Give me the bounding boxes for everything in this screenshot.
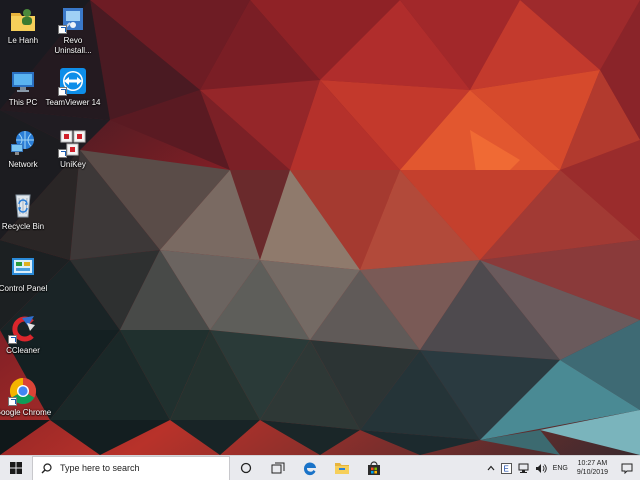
edge-icon <box>303 462 316 476</box>
file-explorer-icon <box>335 463 349 474</box>
input-language-button[interactable]: ENG <box>550 456 571 480</box>
clock-time: 10:27 AM <box>577 460 608 467</box>
taskbar-file-explorer-button[interactable] <box>326 456 358 480</box>
desktop-icon-unikey[interactable]: UniKey <box>44 128 102 170</box>
desktop-icon-label: CCleaner <box>6 346 40 355</box>
desktop-icon-recycle-bin[interactable]: Recycle Bin <box>0 190 52 232</box>
desktop-icon-google-chrome[interactable]: Google Chrome <box>0 376 52 418</box>
system-tray: E ENG 10:27 AM 9/10/2019 <box>484 456 640 480</box>
network-tray-icon <box>518 463 529 473</box>
recycle-bin-icon <box>8 190 38 220</box>
shortcut-arrow-icon <box>8 397 17 406</box>
taskbar-search-box[interactable] <box>32 455 230 480</box>
task-view-button[interactable] <box>262 456 294 480</box>
unikey-icon <box>58 128 88 158</box>
chevron-up-icon <box>487 465 495 471</box>
ccleaner-icon <box>8 314 38 344</box>
network-tray-button[interactable] <box>515 456 532 480</box>
teamviewer-icon <box>58 66 88 96</box>
cortana-button[interactable] <box>230 456 262 480</box>
shortcut-arrow-icon <box>58 87 67 96</box>
user-folder-icon <box>8 4 38 34</box>
store-icon <box>368 461 380 475</box>
desktop-icon-label: Recycle Bin <box>1 222 45 231</box>
search-icon <box>41 462 52 473</box>
taskbar: E ENG 10:27 AM 9/10/2019 <box>0 455 640 480</box>
shortcut-arrow-icon <box>8 335 17 344</box>
desktop-icon-label: Revo Uninstall... <box>54 36 92 55</box>
svg-text:E: E <box>503 464 508 473</box>
action-center-button[interactable] <box>614 456 640 480</box>
desktop-icon-teamviewer[interactable]: TeamViewer 14 <box>44 66 102 108</box>
desktop-icon-label: Google Chrome <box>0 408 52 417</box>
shortcut-arrow-icon <box>58 149 67 158</box>
taskbar-edge-button[interactable] <box>294 456 326 480</box>
cortana-circle-icon <box>240 462 252 474</box>
windows-logo-icon <box>10 462 22 474</box>
desktop-icon-label: TeamViewer 14 <box>45 98 101 107</box>
desktop-icon-revo-uninstaller[interactable]: Revo Uninstall... <box>44 4 102 56</box>
desktop-icon-label: Le Hanh <box>7 36 39 45</box>
desktop-icon-label: Control Panel <box>0 284 48 293</box>
clock-date: 9/10/2019 <box>576 469 608 476</box>
unikey-e-icon: E <box>500 462 512 474</box>
start-button[interactable] <box>0 456 32 480</box>
desktop-icon-label: UniKey <box>60 160 86 169</box>
revo-uninstaller-icon <box>58 4 88 34</box>
notification-icon <box>621 463 633 474</box>
this-pc-icon <box>8 66 38 96</box>
desktop-icon-label: This PC <box>8 98 38 107</box>
task-view-icon <box>271 462 285 474</box>
control-panel-icon <box>8 252 38 282</box>
taskbar-store-button[interactable] <box>358 456 390 480</box>
volume-tray-button[interactable] <box>532 456 550 480</box>
unikey-tray-button[interactable]: E <box>498 456 515 480</box>
desktop-icon-label: Network <box>8 160 38 169</box>
network-icon <box>8 128 38 158</box>
shortcut-arrow-icon <box>58 25 67 34</box>
desktop-icon-ccleaner[interactable]: CCleaner <box>0 314 52 356</box>
show-hidden-icons-button[interactable] <box>484 456 498 480</box>
search-input[interactable] <box>60 463 210 473</box>
desktop-icon-control-panel[interactable]: Control Panel <box>0 252 52 294</box>
speaker-icon <box>535 463 547 473</box>
chrome-icon <box>8 376 38 406</box>
clock[interactable]: 10:27 AM 9/10/2019 <box>571 456 614 480</box>
